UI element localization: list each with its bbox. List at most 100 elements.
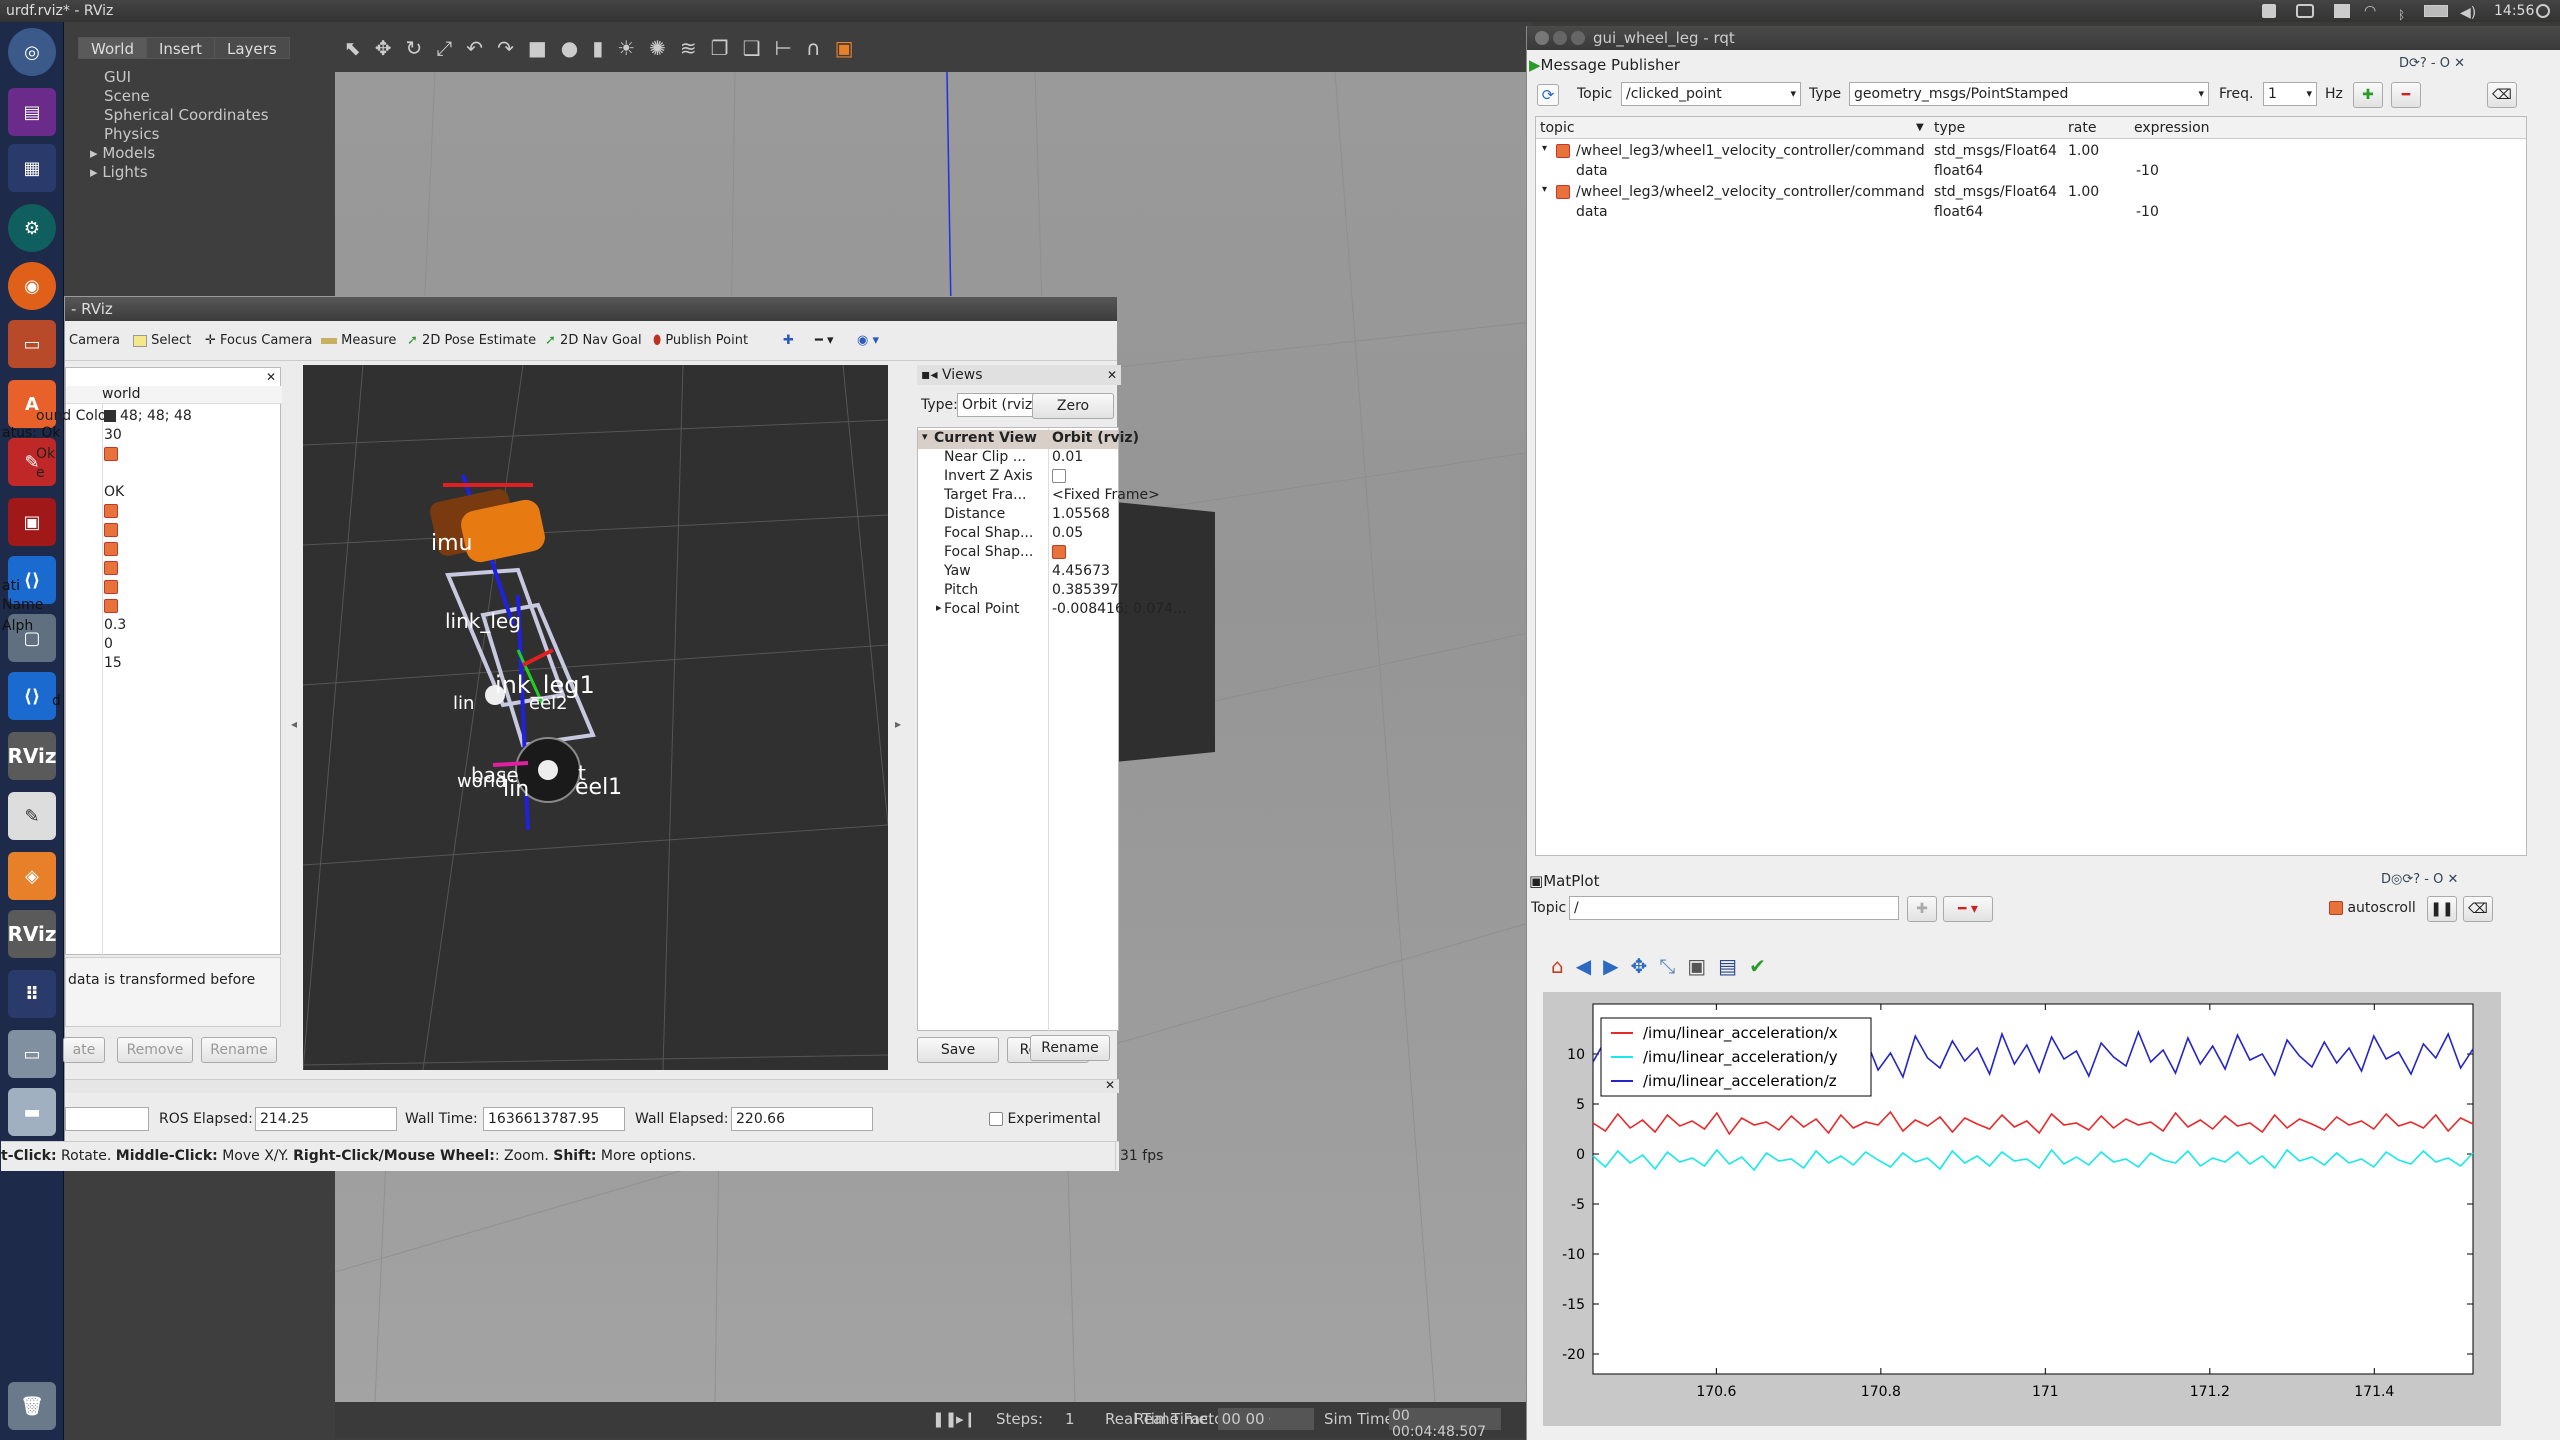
publish-checkbox[interactable] xyxy=(1556,184,1570,200)
collapse-arrow-icon[interactable]: ▾ xyxy=(1542,143,1547,154)
view-prop-row[interactable]: Target Fra... <Fixed Frame> xyxy=(918,487,1160,506)
add-display-button[interactable]: ate xyxy=(63,1037,105,1063)
rviz-icon[interactable]: RViz xyxy=(7,732,57,780)
tab-insert[interactable]: Insert xyxy=(146,37,216,59)
home-icon[interactable]: ⌂ xyxy=(1551,954,1576,978)
tool-publish-point[interactable]: ⬮ Publish Point xyxy=(653,333,748,348)
close-icon[interactable]: ✕ xyxy=(266,370,276,384)
steps-value[interactable]: 1 xyxy=(1065,1410,1075,1428)
dir-light-icon[interactable]: ≋ xyxy=(680,36,711,60)
wall-elapsed-field[interactable]: 220.66 xyxy=(731,1107,873,1131)
gazebo-icon[interactable]: ◈ xyxy=(8,852,56,900)
firefox-icon[interactable]: ◉ xyxy=(8,262,56,310)
view-prop-value[interactable]: 0.05 xyxy=(1052,525,1083,541)
add-publisher-button[interactable]: ✚ xyxy=(2353,82,2383,108)
checkbox-icon[interactable] xyxy=(104,523,118,537)
ros-time-field[interactable] xyxy=(65,1107,149,1131)
undo-icon[interactable]: ↶ xyxy=(466,36,497,60)
display-row-value[interactable]: 48; 48; 48 xyxy=(104,408,192,424)
cylinder-icon[interactable]: ▮ xyxy=(592,36,617,60)
minimize-window-icon[interactable] xyxy=(1553,31,1567,45)
pan-icon[interactable]: ✥ xyxy=(1630,954,1659,978)
display-row-value[interactable] xyxy=(104,541,118,557)
pause-icon[interactable]: ❚❚ xyxy=(932,1410,957,1428)
rename-view-button[interactable]: Rename xyxy=(1030,1035,1110,1061)
copy-icon[interactable]: ❐ xyxy=(711,36,743,60)
spot-light-icon[interactable]: ✺ xyxy=(649,36,680,60)
collapse-arrow-icon[interactable]: ▾ xyxy=(1542,184,1547,195)
tree-item-models[interactable]: ▸ Models xyxy=(90,144,155,162)
collapse-arrow-icon[interactable]: ▾ xyxy=(922,430,928,443)
plugin-controls-icon[interactable]: D◎⟳? - O ✕ xyxy=(2381,872,2458,887)
tool-2d-nav-goal[interactable]: ➚ 2D Nav Goal xyxy=(545,333,642,348)
view-prop-row[interactable]: Near Clip ... 0.01 xyxy=(918,449,1118,468)
row-child-expression[interactable]: -10 xyxy=(2136,204,2159,220)
display-row-value[interactable] xyxy=(104,598,118,614)
row-rate[interactable]: 1.00 xyxy=(2068,184,2099,200)
workspaces-icon[interactable]: ▦ xyxy=(8,144,56,192)
col-type[interactable]: type xyxy=(1934,117,1965,139)
close-icon[interactable]: ✕ xyxy=(1107,365,1117,385)
display-row-value[interactable] xyxy=(104,503,118,519)
tree-item-spherical[interactable]: Spherical Coordinates xyxy=(104,106,269,124)
remove-publisher-button[interactable]: ━ xyxy=(2391,82,2421,108)
display-row-value[interactable] xyxy=(104,560,118,576)
drive-icon[interactable]: ▭ xyxy=(8,1030,56,1078)
text-editor-icon[interactable]: ✎ xyxy=(8,792,56,840)
pause-plot-button[interactable]: ❚❚ xyxy=(2427,896,2457,922)
tool-focus-camera[interactable]: ✛ Focus Camera xyxy=(205,333,312,348)
wall-time-field[interactable]: 1636613787.95 xyxy=(483,1107,625,1131)
rviz-3d-view[interactable]: imu link_leg ink_leg1 lin eel2 base worl… xyxy=(302,364,889,1071)
view-prop-value[interactable]: 0.385397 xyxy=(1052,582,1119,598)
apps-icon[interactable]: ⠿ xyxy=(8,970,56,1018)
translate-tool-icon[interactable]: ✥ xyxy=(375,36,406,60)
tool-menu-icon[interactable]: ◉ ▾ xyxy=(857,333,879,348)
view-prop-row[interactable]: Distance 1.05568 xyxy=(918,506,1118,525)
snap-icon[interactable]: ∩ xyxy=(806,36,835,60)
volume-icon[interactable]: ◀) xyxy=(2460,2,2476,24)
view-prop-value[interactable]: Orbit (rviz) xyxy=(1052,430,1139,446)
display-row-value[interactable] xyxy=(104,522,118,538)
display-row-value[interactable] xyxy=(104,579,118,595)
box-icon[interactable]: ■ xyxy=(528,36,561,60)
checkbox-icon[interactable] xyxy=(104,447,118,461)
display-row-value[interactable]: 0 xyxy=(104,636,113,652)
view-prop-value[interactable]: 1.05568 xyxy=(1052,506,1110,522)
checkbox-icon[interactable] xyxy=(104,580,118,594)
view-prop-row[interactable]: Yaw 4.45673 xyxy=(918,563,1118,582)
apply-icon[interactable]: ✔ xyxy=(1749,954,1778,978)
refresh-icon[interactable]: ⟳ xyxy=(1537,84,1559,106)
keyboard-icon[interactable] xyxy=(2262,4,2276,18)
view-prop-row[interactable]: Focal Point ▸ -0.008416; 0.074... xyxy=(918,601,1186,620)
col-rate[interactable]: rate xyxy=(2068,117,2096,139)
files2-icon[interactable]: ▭ xyxy=(8,320,56,368)
forward-icon[interactable]: ▶ xyxy=(1603,954,1630,978)
view-prop-row[interactable]: Focal Shap... xyxy=(918,544,1118,563)
tree-item-lights[interactable]: ▸ Lights xyxy=(90,163,148,181)
clear-plot-button[interactable]: ⌫ xyxy=(2463,896,2493,922)
step-icon[interactable]: ▸❙ xyxy=(956,1410,976,1428)
remove-topic-button[interactable]: ━ ▾ xyxy=(1943,896,1993,922)
tree-item-scene[interactable]: Scene xyxy=(104,87,150,105)
remove-tool-icon[interactable]: ━ ▾ xyxy=(815,333,833,348)
select-tool-icon[interactable]: ⬉ xyxy=(344,36,375,60)
maximize-window-icon[interactable] xyxy=(1571,31,1585,45)
align-icon[interactable]: ⊢ xyxy=(775,36,806,60)
bluetooth-icon[interactable]: ᛒ xyxy=(2398,4,2408,22)
collapse-right-icon[interactable]: ▸ xyxy=(895,717,901,731)
checkbox-icon[interactable] xyxy=(104,561,118,575)
plugin-controls-icon[interactable]: D⟳? - O ✕ xyxy=(2399,56,2465,71)
clear-publisher-button[interactable]: ⌫ xyxy=(2487,82,2517,108)
files-icon[interactable]: ▤ xyxy=(8,88,56,136)
paste-icon[interactable]: ❑ xyxy=(743,36,775,60)
settings-icon[interactable]: ⚙ xyxy=(8,204,56,252)
dash-icon[interactable]: ◎ xyxy=(8,28,56,76)
clock[interactable]: 14:56 xyxy=(2494,0,2534,22)
view-prop-row[interactable]: Invert Z Axis xyxy=(918,468,1118,487)
close-icon[interactable]: ✕ xyxy=(1105,1078,1115,1092)
remove-display-button[interactable]: Remove xyxy=(117,1037,193,1063)
tool-camera[interactable]: Camera xyxy=(69,333,120,348)
row-topic[interactable]: /wheel_leg3/wheel1_velocity_controller/c… xyxy=(1576,143,1925,159)
rviz2-icon[interactable]: RViz xyxy=(7,910,57,958)
checkbox-icon[interactable] xyxy=(104,504,118,518)
